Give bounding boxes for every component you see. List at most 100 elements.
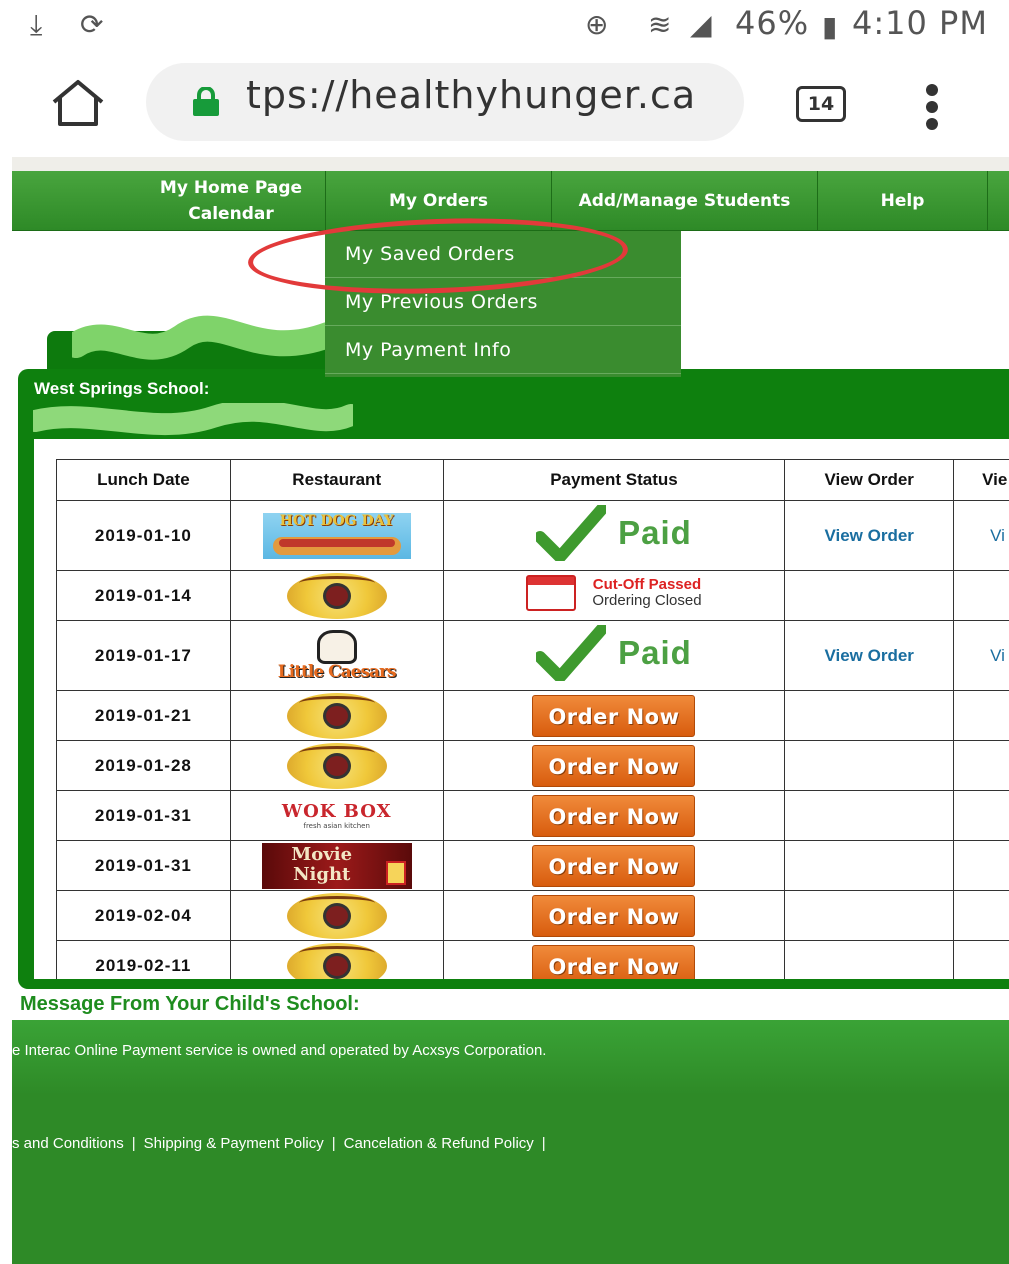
download-icon: ⤓	[30, 8, 43, 41]
paid-label: Paid	[618, 514, 692, 551]
view-extra-cell: Vi	[953, 500, 1009, 571]
school-panel: West Springs School: Lunch Date Restaura…	[18, 369, 1009, 989]
lunch-date-cell: 2019-01-14	[56, 570, 231, 621]
view-extra-cell	[953, 740, 1009, 791]
view-order-cell	[784, 840, 955, 891]
payment-status-cell: Order Now	[442, 790, 786, 841]
table-row: 2019-01-17 Little Caesars Paid View Order Vi	[56, 620, 1009, 691]
wokbox-logo-sub: fresh asian kitchen	[303, 821, 370, 830]
view-order-cell	[784, 740, 955, 791]
restaurant-cell: HOT DOG DAY	[229, 500, 444, 571]
cutoff-line2: Ordering Closed	[592, 592, 702, 609]
lunch-lady-logo	[286, 892, 387, 939]
order-now-button[interactable]: Order Now	[532, 844, 696, 887]
redaction-scribble	[33, 403, 353, 436]
browser-toolbar: tps://healthyhunger.ca 14	[0, 48, 1009, 156]
status-bar: ⤓ ⟳ ⊕ ≋ ◢ 46% ▮ 4:10 PM	[0, 0, 1009, 48]
restaurant-cell: WOK BOX fresh asian kitchen	[229, 790, 444, 841]
nav-home-calendar[interactable]: My Home Page Calendar	[12, 171, 326, 231]
view-order-cell	[784, 690, 955, 741]
menu-item-payment-info[interactable]: My Payment Info	[325, 327, 681, 374]
order-now-button[interactable]: Order Now	[532, 694, 696, 737]
data-saver-icon: ⊕	[585, 8, 609, 41]
orders-table: Lunch Date Restaurant Payment Status Vie…	[56, 459, 1009, 979]
little-caesars-logo: Little Caesars	[272, 628, 402, 684]
footer-link-terms[interactable]: s and Conditions	[12, 1135, 124, 1152]
restaurant-cell	[229, 690, 444, 741]
header-payment-status: Payment Status	[442, 459, 786, 501]
view-extra-cell: Vi	[953, 620, 1009, 691]
school-name: West Springs School:	[34, 379, 210, 398]
payment-status-cell: Order Now	[442, 740, 786, 791]
url-text: tps://healthyhunger.ca	[246, 73, 697, 117]
lunch-date-cell: 2019-02-04	[56, 890, 231, 941]
order-now-button[interactable]: Order Now	[532, 894, 696, 937]
view-order-cell	[784, 890, 955, 941]
lunch-date-cell: 2019-01-17	[56, 620, 231, 691]
table-row: 2019-01-21 Order Now	[56, 690, 1009, 741]
view-order-link[interactable]: View Order	[824, 526, 913, 545]
payment-status-cell: Paid	[442, 500, 786, 571]
view-extra-link[interactable]: Vi	[990, 526, 1005, 545]
footer-band: e Interac Online Payment service is owne…	[12, 1020, 1009, 1095]
view-extra-cell	[953, 940, 1009, 979]
tab-switcher-button[interactable]: 14	[796, 86, 846, 122]
payment-status-cell: Paid	[442, 620, 786, 691]
view-extra-cell	[953, 690, 1009, 741]
signal-icon: ◢	[690, 8, 712, 41]
lunch-date-cell: 2019-01-21	[56, 690, 231, 741]
order-now-button[interactable]: Order Now	[532, 744, 696, 787]
payment-status-cell: Order Now	[442, 890, 786, 941]
browser-menu-icon[interactable]	[920, 84, 944, 130]
lock-icon	[193, 87, 219, 116]
lunch-date-cell: 2019-01-28	[56, 740, 231, 791]
view-extra-cell	[953, 840, 1009, 891]
footer-notice: e Interac Online Payment service is owne…	[12, 1042, 547, 1059]
wokbox-logo-text: WOK BOX	[281, 800, 392, 822]
header-lunch-date: Lunch Date	[56, 459, 231, 501]
footer-link-refund[interactable]: Cancelation & Refund Policy	[344, 1135, 534, 1152]
restaurant-cell: Little Caesars	[229, 620, 444, 691]
order-now-button[interactable]: Order Now	[532, 944, 696, 979]
order-now-button[interactable]: Order Now	[532, 794, 696, 837]
home-icon[interactable]	[50, 78, 106, 128]
table-row: 2019-01-31 Movie Night Order Now	[56, 840, 1009, 891]
table-row: 2019-02-04 Order Now	[56, 890, 1009, 941]
cutoff-badge: Cut-Off Passed Ordering Closed	[526, 575, 702, 611]
lunch-date-cell: 2019-01-31	[56, 790, 231, 841]
view-order-link[interactable]: View Order	[824, 646, 913, 665]
nav-help-label: Help	[880, 191, 925, 211]
table-row: 2019-01-14 Cut-Off Passed Ordering Closed	[56, 570, 1009, 621]
wifi-icon: ≋	[648, 8, 672, 41]
view-extra-cell	[953, 890, 1009, 941]
lunch-date-cell: 2019-02-11	[56, 940, 231, 979]
footer-link-shipping[interactable]: Shipping & Payment Policy	[144, 1135, 324, 1152]
table-row: 2019-01-31 WOK BOX fresh asian kitchen Orde…	[56, 790, 1009, 841]
restaurant-cell	[229, 940, 444, 979]
header-view-order: View Order	[784, 459, 955, 501]
hotdog-logo-text: HOT DOG DAY	[279, 512, 394, 529]
view-extra-link[interactable]: Vi	[990, 646, 1005, 665]
paid-badge: Paid	[536, 625, 692, 681]
checkmark-icon	[536, 505, 607, 561]
message-heading: Message From Your Child's School:	[20, 993, 360, 1015]
nav-add-manage-students[interactable]: Add/Manage Students	[552, 171, 818, 231]
view-order-cell	[784, 790, 955, 841]
view-extra-cell	[953, 790, 1009, 841]
checkmark-icon	[536, 625, 607, 681]
view-extra-cell	[953, 570, 1009, 621]
address-bar[interactable]: tps://healthyhunger.ca	[146, 63, 744, 141]
paid-badge: Paid	[536, 505, 692, 561]
cutoff-line1: Cut-Off Passed	[592, 576, 702, 593]
lunch-lady-logo	[286, 692, 387, 739]
nav-help[interactable]: Help	[818, 171, 988, 231]
table-header-row: Lunch Date Restaurant Payment Status Vie…	[56, 459, 1009, 501]
payment-status-cell: Order Now	[442, 940, 786, 979]
header-view-extra: Vie	[953, 459, 1009, 501]
footer-links: s and Conditions | Shipping & Payment Poli…	[12, 1135, 546, 1152]
battery-icon: ▮	[822, 10, 838, 43]
lunch-date-cell: 2019-01-31	[56, 840, 231, 891]
table-row: 2019-01-10 HOT DOG DAY Paid View Order Vi	[56, 500, 1009, 571]
redaction-scribble	[72, 315, 332, 360]
lunch-date-cell: 2019-01-10	[56, 500, 231, 571]
